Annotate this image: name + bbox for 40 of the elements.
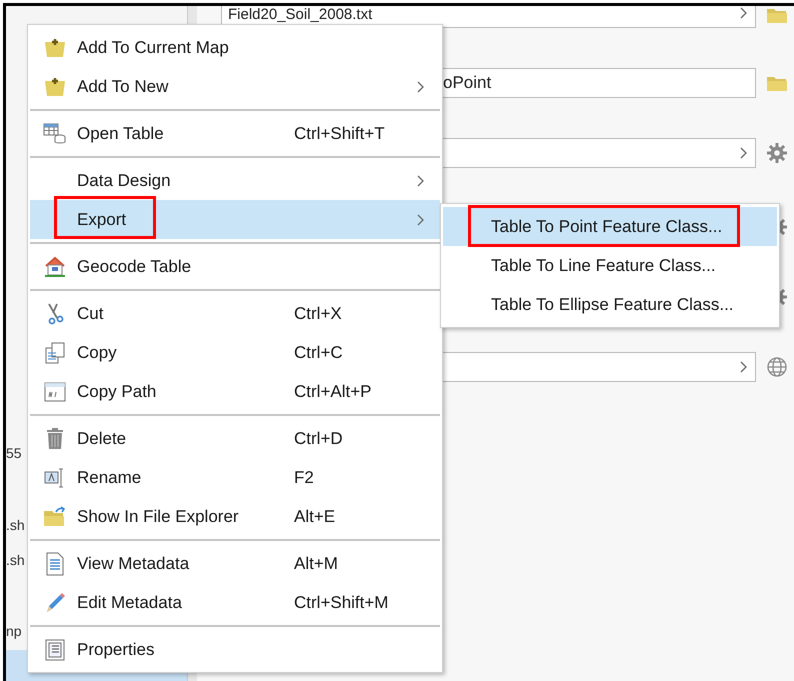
menu-item[interactable]: Edit Metadata Ctrl+Shift+M — [30, 583, 440, 622]
menu-item[interactable]: Add To Current Map — [30, 28, 440, 67]
shortcut-label: Ctrl+Shift+T — [294, 122, 385, 145]
menu-item[interactable]: Open Table Ctrl+Shift+T — [30, 114, 440, 153]
menu-item[interactable]: Table To Line Feature Class... — [443, 246, 777, 285]
shortcut-label: Ctrl+D — [294, 428, 343, 450]
catalog-item-label[interactable]: .sh — [6, 514, 25, 536]
menu-item[interactable]: Properties — [30, 630, 440, 669]
catalog-item-label[interactable]: np — [6, 621, 22, 642]
menu-item[interactable]: Delete Ctrl+D — [30, 419, 440, 458]
shortcut-label: Ctrl+Alt+P — [294, 380, 372, 403]
dropdown-field[interactable]: Field20_Soil_2008.txt — [221, 6, 756, 28]
catalog-item-label[interactable]: 55 — [6, 443, 22, 464]
menu-item[interactable]: Copy Ctrl+C — [30, 333, 440, 372]
open-folder-icon — [42, 504, 66, 528]
menu-item[interactable]: Cut Ctrl+X — [30, 294, 440, 333]
menu-item[interactable]: Table To Point Feature Class... — [443, 207, 777, 246]
catalog-item-label[interactable]: .sh — [6, 550, 25, 571]
menu-item[interactable]: View Metadata Alt+M — [30, 544, 440, 583]
shortcut-label: Alt+E — [294, 506, 336, 528]
shortcut-label: Ctrl+C — [294, 342, 343, 364]
folder-icon[interactable] — [766, 6, 788, 24]
shortcut-label: Ctrl+X — [294, 302, 342, 325]
shortcut-label: F2 — [294, 466, 314, 489]
properties-icon — [42, 638, 66, 662]
globe-icon[interactable] — [766, 356, 788, 378]
table-icon — [42, 122, 66, 146]
shortcut-label: Alt+M — [294, 552, 338, 575]
gear-icon[interactable] — [766, 142, 788, 164]
path-icon — [42, 380, 66, 404]
menu-item[interactable]: Data Design — [30, 161, 440, 200]
copy-icon — [42, 340, 66, 364]
menu-item[interactable]: Geocode Table — [30, 247, 440, 286]
menu-item[interactable]: Rename F2 — [30, 458, 440, 497]
menu-item[interactable]: Table To Ellipse Feature Class... — [443, 285, 777, 324]
menu-item[interactable]: Copy Path Ctrl+Alt+P — [30, 372, 440, 411]
menu-item[interactable]: Show In File Explorer Alt+E — [30, 497, 440, 536]
house-icon — [42, 254, 66, 278]
folder-icon[interactable] — [766, 74, 788, 92]
shortcut-label: Ctrl+Shift+M — [294, 592, 388, 614]
